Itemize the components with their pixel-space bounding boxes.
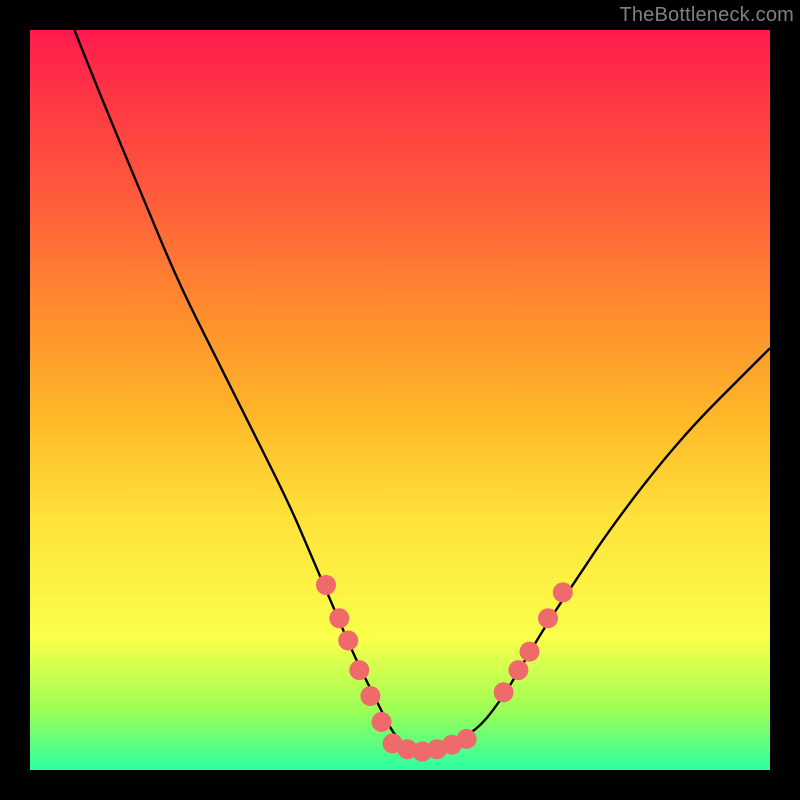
curve-marker <box>508 660 528 680</box>
plot-area <box>30 30 770 770</box>
curve-marker <box>494 682 514 702</box>
curve-marker <box>329 608 349 628</box>
chart-frame: TheBottleneck.com <box>0 0 800 800</box>
curve-marker <box>538 608 558 628</box>
curve-marker <box>349 660 369 680</box>
curve-marker <box>553 582 573 602</box>
curve-marker <box>360 686 380 706</box>
watermark-text: TheBottleneck.com <box>619 4 794 27</box>
curve-marker <box>316 575 336 595</box>
curve-marker <box>338 631 358 651</box>
curve-marker <box>372 712 392 732</box>
curve-markers <box>316 575 573 762</box>
bottleneck-curve-line <box>74 30 770 751</box>
curve-marker <box>457 729 477 749</box>
bottleneck-curve-svg <box>30 30 770 770</box>
curve-marker <box>520 642 540 662</box>
